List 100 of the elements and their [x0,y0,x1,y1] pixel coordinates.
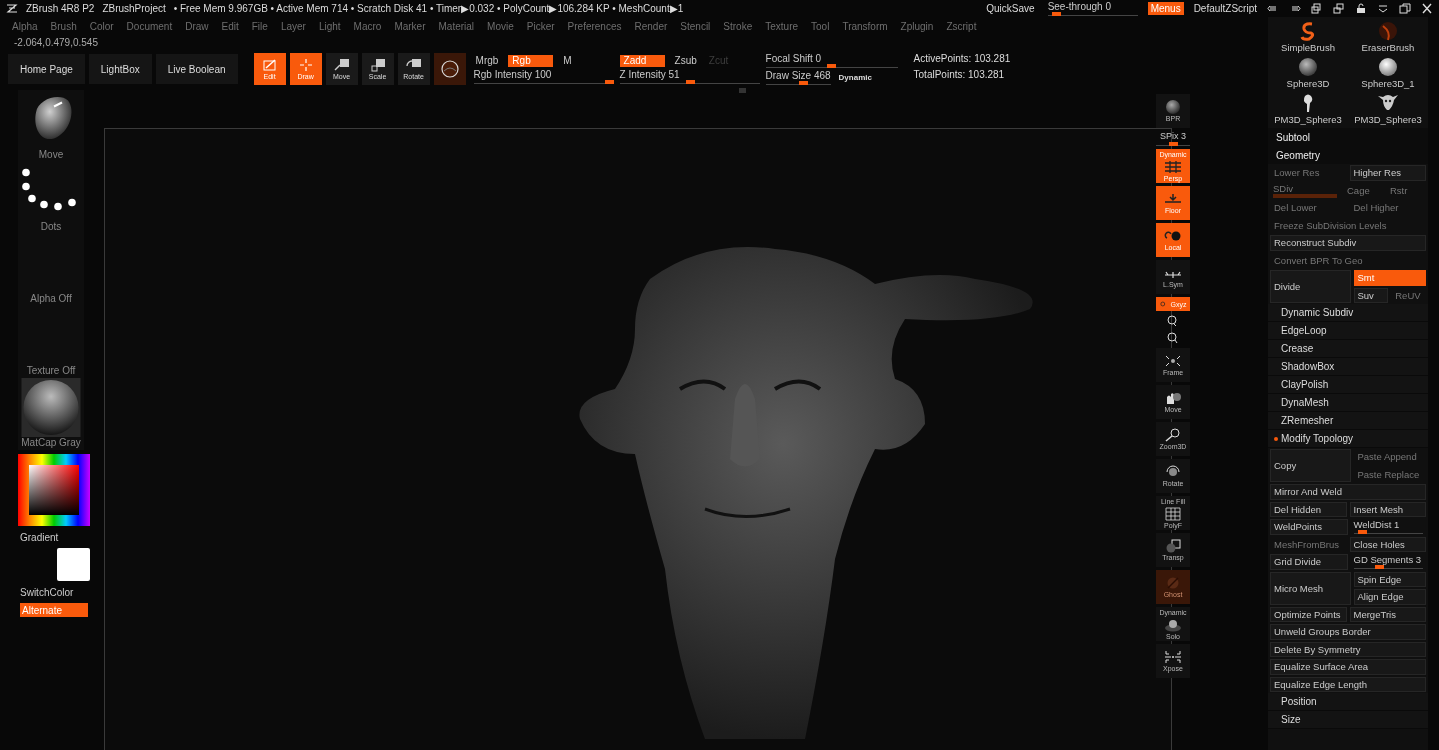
panel-button[interactable]: Micro Mesh [1270,571,1351,605]
panel-button[interactable]: Divide [1270,270,1351,303]
sculpt-mode-toggle[interactable]: Zsub [672,55,699,67]
menu-item[interactable]: Material [438,20,475,32]
slider-thumb[interactable] [604,80,614,84]
tool-thumbnail[interactable]: PM3D_Sphere3 [1268,89,1348,125]
panel-button[interactable]: Suv [1353,287,1389,303]
menu-item[interactable]: Movie [487,20,514,32]
panel-button[interactable]: Equalize Surface Area [1270,659,1426,675]
menu-item[interactable]: Light [318,20,341,32]
menu-item[interactable]: Transform [842,20,888,32]
panel-button[interactable]: Equalize Edge Length [1270,676,1426,692]
menu-item[interactable]: File [251,20,268,32]
see-through-slider[interactable]: See-through 0 [1047,1,1138,16]
panel-button[interactable]: Align Edge [1353,589,1426,605]
menu-item[interactable]: Stroke [723,20,753,32]
empty-slot[interactable]: Texture Off [18,306,84,378]
tray-handle[interactable] [739,88,746,93]
palette-header[interactable]: Geometry [1268,146,1428,164]
panel-slider[interactable]: WeldDist 1 [1350,519,1426,535]
layout-icon[interactable] [1311,3,1323,14]
shelf-button[interactable]: LightBox [88,54,152,84]
tool-thumbnail[interactable]: PM3D_Sphere3 [1348,89,1428,125]
slider-thumb[interactable] [827,64,837,68]
panel-button[interactable]: Unweld Groups Border [1270,624,1426,640]
color-mode-toggle[interactable]: Mrgb [473,55,501,67]
menu-item[interactable]: Layer [280,20,306,32]
layout-icon[interactable] [1333,3,1345,14]
slider-thumb[interactable] [1168,142,1178,146]
minimize-icon[interactable] [1377,3,1389,14]
panel-button[interactable]: WeldPoints [1270,519,1348,535]
focal-shift-slider[interactable]: Focal Shift 0 [765,53,898,69]
menu-item[interactable]: Edit [221,20,239,32]
panel-slider[interactable]: GD Segments 3 [1350,554,1426,570]
palette-scroll-icon[interactable] [1289,3,1301,14]
menu-item[interactable]: Zplugin [900,20,934,32]
spix-slider[interactable]: SPix 3 [1156,131,1190,146]
palette-scroll-icon[interactable] [1267,3,1279,14]
shelf-button[interactable]: Live Boolean [155,54,238,84]
panel-button[interactable]: Copy [1270,449,1351,482]
panel-button[interactable]: Reconstruct Subdiv [1270,235,1426,251]
rgb-intensity-slider[interactable]: Rgb Intensity 100 [473,69,614,85]
stroke-slot[interactable]: Dots [18,162,84,234]
color-picker[interactable] [18,454,90,526]
menu-item[interactable]: Color [89,20,114,32]
panel-button[interactable]: MergeTris [1349,606,1426,622]
point-count: ActivePoints: 103.281 [913,53,1011,66]
panel-button[interactable]: Higher Res [1349,165,1426,181]
tool-thumbnail[interactable]: Sphere3D [1268,53,1348,89]
panel-button[interactable]: Del Hidden [1270,501,1347,517]
menu-item[interactable]: Macro [353,20,382,32]
draw-size-slider[interactable]: Draw Size 468 [765,69,831,85]
lock-icon[interactable] [1355,3,1367,14]
panel-button[interactable]: Mirror And Weld [1270,484,1426,500]
close-icon[interactable] [1421,3,1433,14]
menu-item[interactable]: Preferences [567,20,622,32]
menu-item[interactable]: Draw [185,20,209,32]
slider-thumb[interactable] [1051,12,1061,16]
menu-item[interactable]: Zscript [946,20,977,32]
panel-button[interactable]: Optimize Points [1270,606,1347,622]
gradient-label[interactable]: Gradient [20,532,59,543]
color-mode-toggle[interactable]: M [561,55,574,67]
menu-item[interactable]: Alpha [12,20,38,32]
material-sphere-icon [21,378,81,437]
menu-item[interactable]: Marker [394,20,426,32]
point-count: TotalPoints: 103.281 [913,69,1006,82]
polyframe-icon [1164,506,1182,521]
empty-slot[interactable]: Alpha Off [18,234,84,306]
material-button[interactable] [433,53,466,85]
palette-header[interactable]: Subtool [1268,128,1428,146]
menu-item[interactable]: Brush [50,20,77,32]
slider-thumb[interactable] [799,80,809,85]
menu-item[interactable]: Tool [811,20,830,32]
material-slot[interactable]: MatCap Gray [18,378,84,450]
quicksave-button[interactable]: QuickSave [983,2,1038,15]
brush-slot[interactable]: Move [18,90,84,162]
restore-icon[interactable] [1399,3,1411,14]
menu-item[interactable]: Stencil [680,20,711,32]
panel-button[interactable]: Insert Mesh [1349,501,1426,517]
switch-color-label[interactable]: SwitchColor [20,587,74,598]
menu-item[interactable]: Texture [765,20,799,32]
script-name: DefaultZScript [1193,3,1257,14]
slider-thumb[interactable] [1374,565,1384,570]
z-intensity-slider[interactable]: Z Intensity 51 [619,69,760,85]
dynamic-toggle[interactable]: Dynamic [838,72,872,82]
slider-thumb[interactable] [1358,530,1368,535]
panel-button[interactable]: Delete By Symmetry [1270,641,1426,657]
menu-item[interactable]: Render [634,20,668,32]
panel-button[interactable]: Close Holes [1349,536,1426,552]
color-swatch[interactable] [57,548,90,581]
panel-button[interactable]: Spin Edge [1353,571,1426,587]
tool-thumbnail[interactable]: SimpleBrush [1268,17,1348,53]
menu-item[interactable]: Picker [526,20,555,32]
tool-thumbnail[interactable]: Sphere3D_1 [1348,53,1428,89]
panel-button[interactable]: Grid Divide [1270,554,1348,570]
slider-thumb[interactable] [686,80,696,84]
edit-icon [261,58,278,72]
tool-thumbnail[interactable]: EraserBrush [1348,17,1428,53]
menu-item[interactable]: Document [126,20,173,32]
shelf-button[interactable]: Home Page [8,54,85,84]
